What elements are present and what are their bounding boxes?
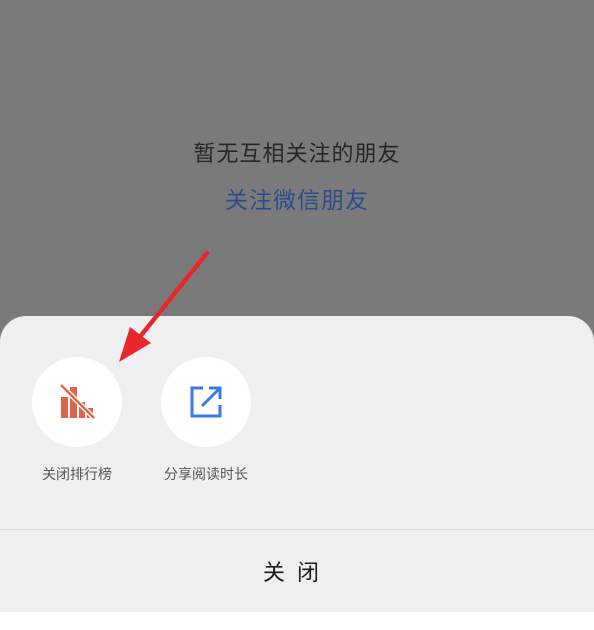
close-ranking-action[interactable]: 关闭排行榜 [22, 357, 132, 484]
bottom-safe-area [0, 612, 594, 630]
close-button[interactable]: 关闭 [0, 530, 594, 612]
ranking-off-icon [59, 383, 96, 420]
empty-state-message: 暂无互相关注的朋友 [193, 142, 401, 167]
bottom-action-sheet: 关闭排行榜 分享阅读时长 关闭 [0, 316, 594, 612]
close-ranking-button[interactable] [32, 357, 122, 447]
follow-wechat-friends-link[interactable]: 关注微信朋友 [0, 181, 594, 215]
close-ranking-label: 关闭排行榜 [42, 467, 112, 483]
share-icon [190, 386, 222, 418]
share-reading-time-button[interactable] [161, 357, 251, 447]
share-reading-time-label: 分享阅读时长 [164, 467, 248, 483]
dim-overlay[interactable]: 暂无互相关注的朋友 关注微信朋友 [0, 0, 594, 340]
share-reading-time-action[interactable]: 分享阅读时长 [151, 357, 261, 484]
